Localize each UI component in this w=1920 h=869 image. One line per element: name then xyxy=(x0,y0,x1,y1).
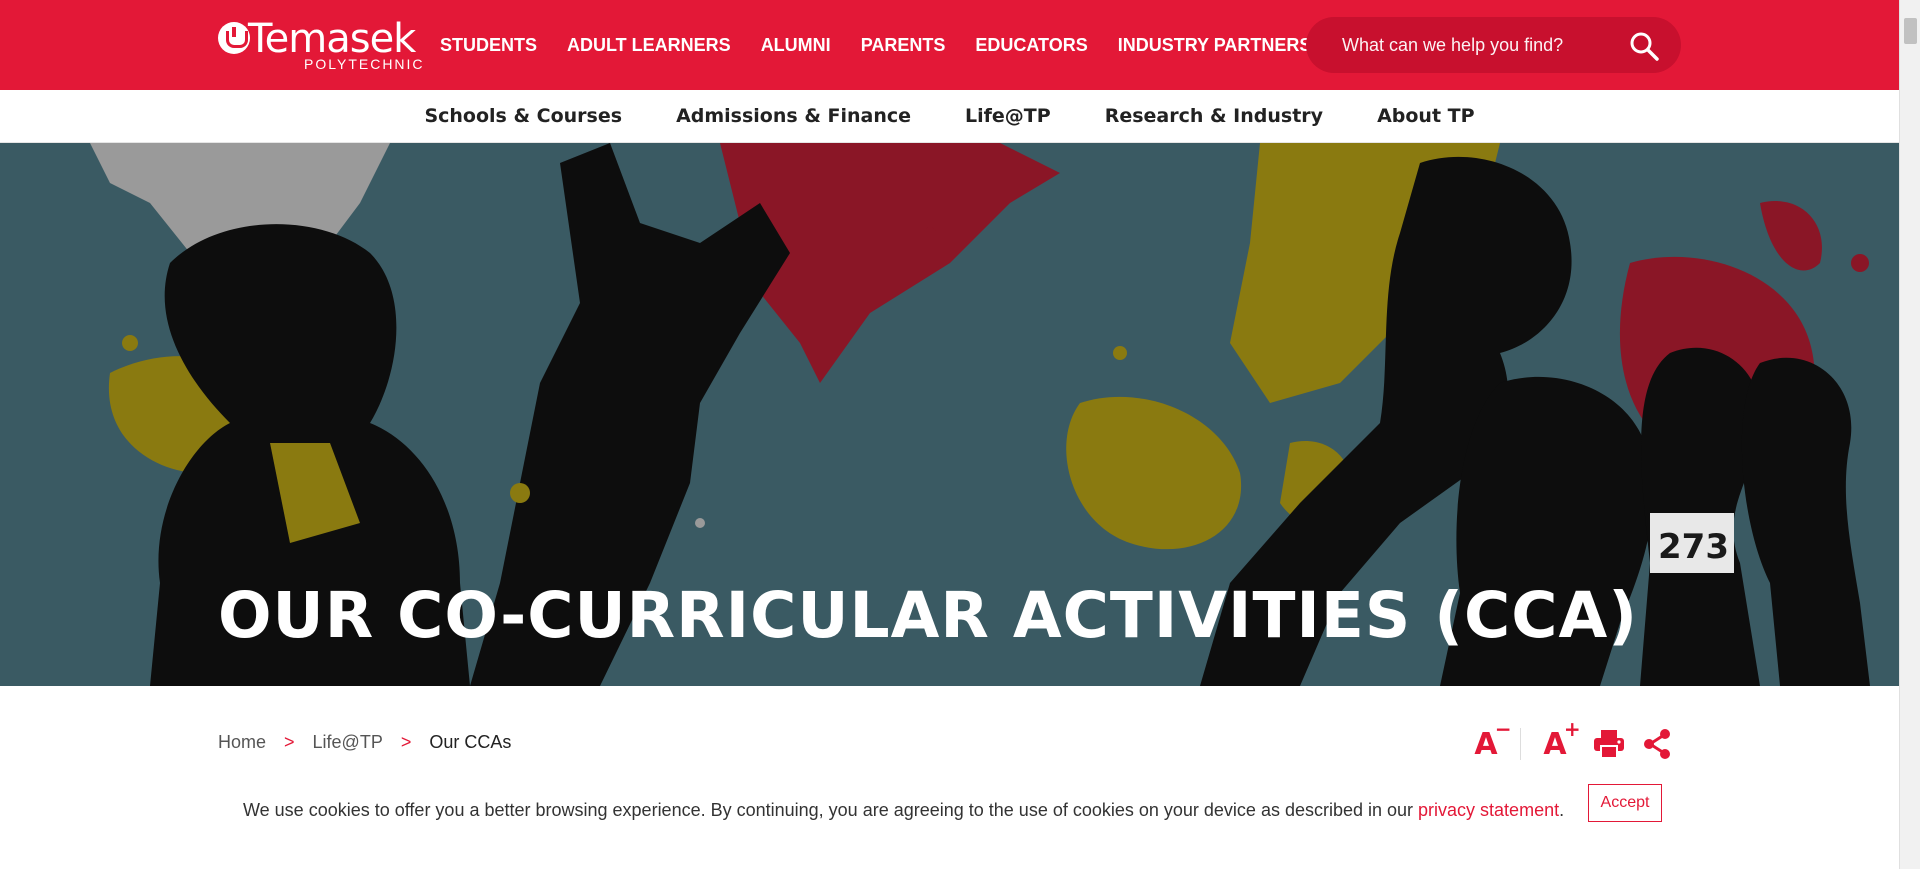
print-button[interactable] xyxy=(1589,724,1629,764)
font-decrease-icon: A − xyxy=(1474,716,1512,762)
nav-research-industry[interactable]: Research & Industry xyxy=(1105,105,1323,127)
share-button[interactable] xyxy=(1637,724,1677,764)
decrease-font-button[interactable]: A − xyxy=(1466,716,1512,764)
cookie-message: We use cookies to offer you a better bro… xyxy=(243,800,1565,820)
nav-schools-courses[interactable]: Schools & Courses xyxy=(424,105,622,127)
nav-industry-partners[interactable]: INDUSTRY PARTNERS xyxy=(1118,35,1312,56)
breadcrumb-current: Our CCAs xyxy=(429,732,512,752)
nav-students[interactable]: STUDENTS xyxy=(440,35,537,56)
print-icon xyxy=(1594,730,1624,759)
page-title: OUR CO-CURRICULAR ACTIVITIES (CCA) xyxy=(218,579,1639,652)
breadcrumb: Home > Life@TP > Our CCAs xyxy=(218,732,511,753)
nav-about-tp[interactable]: About TP xyxy=(1377,105,1474,127)
font-increase-icon: A + xyxy=(1543,716,1581,762)
audience-nav: STUDENTS ADULT LEARNERS ALUMNI PARENTS E… xyxy=(440,0,1341,90)
page-scrollbar[interactable] xyxy=(1899,0,1920,869)
accept-cookies-button[interactable]: Accept xyxy=(1588,784,1662,822)
breadcrumb-separator: > xyxy=(284,732,295,752)
breadcrumb-separator: > xyxy=(400,732,412,752)
search-icon[interactable] xyxy=(1629,31,1659,61)
logo-subtitle: POLYTECHNIC xyxy=(304,56,425,72)
svg-text:273: 273 xyxy=(1658,527,1729,567)
page-tools: A − A + xyxy=(1466,716,1677,766)
main-nav: Schools & Courses Admissions & Finance L… xyxy=(0,90,1899,143)
share-icon xyxy=(1644,729,1670,759)
scrollbar-thumb[interactable] xyxy=(1904,18,1917,44)
cookie-banner: We use cookies to offer you a better bro… xyxy=(0,782,1899,869)
nav-adult-learners[interactable]: ADULT LEARNERS xyxy=(567,35,731,56)
top-header: Temasek POLYTECHNIC STUDENTS ADULT LEARN… xyxy=(0,0,1899,90)
nav-parents[interactable]: PARENTS xyxy=(861,35,946,56)
temasek-logo[interactable]: Temasek POLYTECHNIC xyxy=(218,16,423,74)
tools-divider xyxy=(1520,728,1521,760)
increase-font-button[interactable]: A + xyxy=(1535,716,1581,764)
breadcrumb-home[interactable]: Home xyxy=(218,732,266,753)
nav-admissions-finance[interactable]: Admissions & Finance xyxy=(676,105,911,127)
nav-alumni[interactable]: ALUMNI xyxy=(761,35,831,56)
breadcrumb-life-at-tp[interactable]: Life@TP xyxy=(313,732,383,753)
nav-life-at-tp[interactable]: Life@TP xyxy=(965,105,1051,127)
logo-emblem-icon xyxy=(218,22,250,54)
search-box xyxy=(1306,17,1681,73)
nav-educators[interactable]: EDUCATORS xyxy=(975,35,1087,56)
hero-banner: 273 OUR CO-CURRICULAR ACTIVITIES (CCA) xyxy=(0,143,1899,686)
search-input[interactable] xyxy=(1342,17,1622,73)
privacy-statement-link[interactable]: privacy statement xyxy=(1418,800,1559,820)
